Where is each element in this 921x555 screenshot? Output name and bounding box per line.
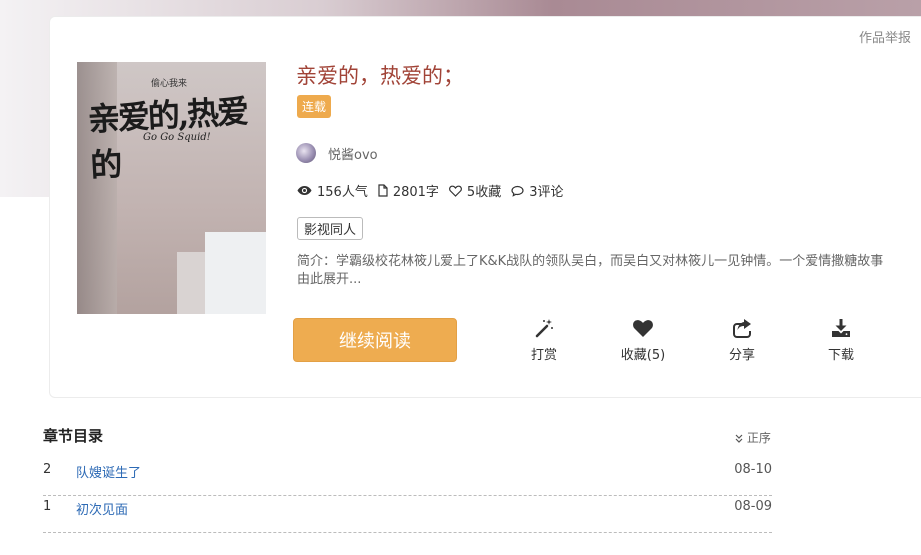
favorites-text: 5收藏 [466, 185, 502, 200]
genre-tag[interactable]: 影视同人 [297, 217, 364, 240]
author-name[interactable]: 悦酱ovo [328, 144, 378, 163]
chapter-link[interactable]: 初次见面 [76, 499, 128, 518]
chevron-down-icon [735, 434, 743, 443]
chapter-row[interactable]: 1 初次见面 08-09 [43, 497, 772, 533]
download-label: 下载 [827, 348, 854, 363]
chapter-number: 1 [43, 499, 52, 514]
chapter-row[interactable]: 2 队嫂诞生了 08-10 [43, 460, 772, 496]
stat-comments: 3评论 [511, 181, 563, 200]
book-stats: 156人气 2801字 5收藏 3评论 [297, 181, 573, 200]
stat-favorites: 5收藏 [448, 181, 502, 200]
comment-icon [511, 185, 524, 197]
chapter-date: 08-09 [734, 499, 772, 514]
book-summary: 简介：学霸级校花林筱儿爱上了K&K战队的领队吴白，而吴白又对林筱儿一见钟情。一个… [297, 254, 884, 287]
words-text: 2801字 [392, 185, 439, 200]
avatar[interactable] [296, 143, 316, 163]
reward-button[interactable]: 打赏 [509, 318, 579, 363]
heart-icon [633, 320, 653, 337]
magic-wand-icon [535, 319, 553, 338]
share-label: 分享 [728, 348, 755, 363]
cover-subtitle-text: Go Go Squid! [143, 132, 211, 143]
toc-title: 章节目录 [43, 427, 104, 445]
comments-text: 3评论 [529, 185, 564, 200]
status-badge: 连载 [297, 95, 332, 118]
book-title: 亲爱的，热爱的； [296, 64, 464, 88]
report-link[interactable]: 作品举报 [859, 27, 911, 46]
cover-window [205, 232, 266, 314]
eye-icon [297, 186, 312, 195]
book-cover[interactable]: 偷心我来 亲爱的,热爱的 Go Go Squid! [77, 62, 266, 314]
favorite-label: 收藏(5) [620, 348, 666, 363]
sort-toggle[interactable]: 正序 [735, 429, 771, 446]
popularity-text: 156人气 [317, 185, 368, 200]
author-info[interactable]: 悦酱ovo [296, 143, 378, 163]
favorite-button[interactable]: 收藏(5) [608, 318, 678, 363]
sort-label: 正序 [746, 431, 771, 445]
download-button[interactable]: 下载 [806, 318, 876, 363]
stat-words: 2801字 [378, 181, 439, 200]
continue-reading-button[interactable]: 继续阅读 [293, 318, 457, 362]
share-button[interactable]: 分享 [707, 318, 777, 363]
chapter-number: 2 [43, 462, 52, 477]
chapter-link[interactable]: 队嫂诞生了 [76, 462, 141, 481]
heart-outline-icon [448, 185, 462, 197]
share-icon [733, 319, 751, 338]
download-icon [832, 319, 850, 337]
reward-label: 打赏 [530, 348, 557, 363]
stat-popularity: 156人气 [297, 181, 368, 200]
cover-top-text: 偷心我来 [151, 79, 188, 89]
chapter-date: 08-10 [734, 462, 772, 477]
document-icon [378, 184, 388, 197]
